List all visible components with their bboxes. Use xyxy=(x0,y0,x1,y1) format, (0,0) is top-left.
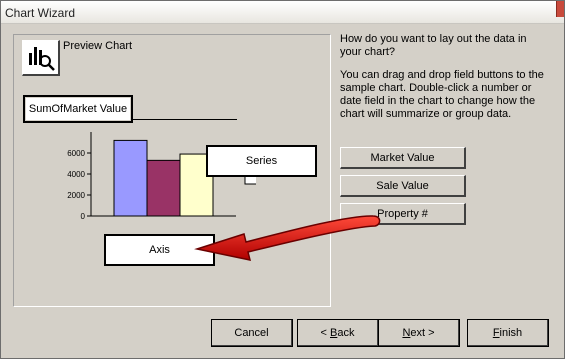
cancel-button[interactable]: Cancel xyxy=(211,319,293,347)
y-tick-label: 4000 xyxy=(67,170,85,179)
y-tick-label: 0 xyxy=(81,212,86,221)
close-button[interactable] xyxy=(556,1,564,17)
data-field-underline xyxy=(131,119,237,120)
title-bar: Chart Wizard xyxy=(1,1,564,24)
cancel-label: Cancel xyxy=(234,326,269,339)
next-button[interactable]: Next > xyxy=(378,319,460,347)
data-field-box[interactable]: SumOfMarket Value xyxy=(23,95,133,123)
layout-help-text: You can drag and drop field buttons to t… xyxy=(340,69,544,120)
finish-label: Finish xyxy=(492,326,523,339)
y-tick-label: 2000 xyxy=(67,191,85,200)
chart-wizard-window: Chart Wizard Preview Chart SumOfMarket V… xyxy=(0,0,565,359)
field-button-sale-value[interactable]: Sale Value xyxy=(340,175,466,197)
field-button-label: Property # xyxy=(377,207,428,220)
series-field-label: Series xyxy=(245,155,278,167)
window-title: Chart Wizard xyxy=(5,6,76,20)
chart-bar xyxy=(146,159,181,217)
back-button[interactable]: < Back xyxy=(297,319,379,347)
axis-field-box[interactable]: Axis xyxy=(104,234,215,266)
layout-question: How do you want to lay out the data in y… xyxy=(340,33,527,58)
preview-chart-button[interactable] xyxy=(22,40,60,76)
finish-button[interactable]: Finish xyxy=(467,319,549,347)
field-button-label: Market Value xyxy=(370,151,435,164)
field-button-market-value[interactable]: Market Value xyxy=(340,147,466,169)
next-label: Next > xyxy=(402,326,435,339)
field-button-label: Sale Value xyxy=(376,179,429,192)
chart-bar xyxy=(113,139,148,217)
axis-field-label: Axis xyxy=(149,244,170,256)
preview-chart-icon xyxy=(29,47,55,71)
y-tick-label: 6000 xyxy=(67,149,85,158)
preview-chart-label: Preview Chart xyxy=(63,40,133,52)
field-button-property-number[interactable]: Property # xyxy=(340,203,466,225)
data-field-label: SumOfMarket Value xyxy=(28,103,128,115)
back-label: < Back xyxy=(320,326,355,339)
series-field-box[interactable]: Series xyxy=(206,145,317,177)
